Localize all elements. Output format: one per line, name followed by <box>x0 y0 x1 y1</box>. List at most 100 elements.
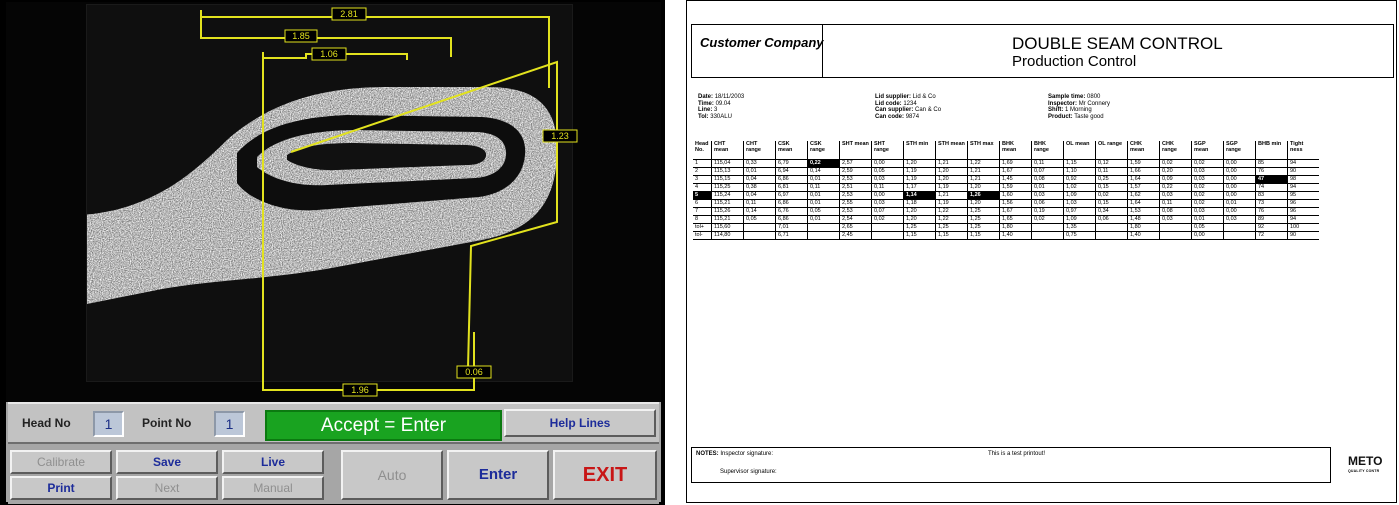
table-cell: 0,11 <box>1095 167 1128 176</box>
table-cell: 90 <box>1287 167 1319 176</box>
table-cell: 2 <box>693 167 712 176</box>
table-cell: 115,26 <box>711 207 744 216</box>
table-cell: 1,14 <box>903 191 936 200</box>
table-cell: 1,22 <box>935 207 968 216</box>
table-cell: 0,09 <box>1159 175 1192 184</box>
enter-button[interactable]: Enter <box>447 450 549 500</box>
table-cell: 1,19 <box>935 183 968 192</box>
table-cell: 89 <box>1255 215 1288 224</box>
table-cell: 0,06 <box>1095 215 1128 224</box>
table-cell: 0,03 <box>871 199 904 208</box>
camera-viewer: 2.81 1.85 1.06 1.23 0.06 1.96 <box>6 2 661 402</box>
column-header: CHT mean <box>711 141 744 160</box>
table-cell: 1,21 <box>935 159 968 168</box>
table-cell: 1,40 <box>1127 231 1160 240</box>
table-cell: 1,15 <box>967 231 1000 240</box>
notes-box: NOTES: Inspector signature: This is a te… <box>691 447 1331 483</box>
meta-col-1: Date: 18/11/2003 Time: 09.04 Line: 3 Tol… <box>698 94 744 120</box>
table-cell: 0,01 <box>807 191 840 200</box>
table-cell: 1,25 <box>903 223 936 232</box>
production-control-printout: Customer Company DOUBLE SEAM CONTROL Pro… <box>686 0 1397 503</box>
print-button[interactable]: Print <box>10 476 112 500</box>
table-cell: 1,25 <box>967 223 1000 232</box>
table-cell: 1,59 <box>999 183 1032 192</box>
auto-button[interactable]: Auto <box>341 450 443 500</box>
table-cell: 7 <box>693 207 712 216</box>
table-cell: 2,59 <box>839 167 872 176</box>
report-title: DOUBLE SEAM CONTROL <box>1012 34 1223 53</box>
table-cell: 0,05 <box>871 167 904 176</box>
table-cell: 0,97 <box>1063 207 1096 216</box>
table-cell: 0,03 <box>1191 207 1224 216</box>
table-cell: 72 <box>1255 231 1288 240</box>
save-button[interactable]: Save <box>116 450 218 474</box>
table-cell: 1,09 <box>1063 191 1096 200</box>
column-header: OL mean <box>1063 141 1096 160</box>
table-cell <box>1223 223 1256 232</box>
table-row: 7 115,26 0,14 6,76 0,05 2,53 0,07 1,20 1,22 1,25 1… <box>693 207 1319 216</box>
table-cell: 115,60 <box>711 223 744 232</box>
table-cell: 1,65 <box>999 215 1032 224</box>
table-cell: 4 <box>693 183 712 192</box>
table-cell: 1,67 <box>999 167 1032 176</box>
table-cell: 5 <box>693 191 712 200</box>
point-no-field[interactable]: 1 <box>214 411 245 437</box>
table-cell: 2,45 <box>839 231 872 240</box>
table-cell: 0,01 <box>807 199 840 208</box>
table-cell: 95 <box>1287 191 1319 200</box>
next-button[interactable]: Next <box>116 476 218 500</box>
meta-can-code: Can code: 9874 <box>875 113 920 120</box>
table-cell: 1,18 <box>903 199 936 208</box>
table-cell: 0,02 <box>1191 183 1224 192</box>
table-cell: 1,64 <box>1127 199 1160 208</box>
live-button[interactable]: Live <box>222 450 324 474</box>
table-cell: 1,53 <box>1127 207 1160 216</box>
calibrate-button[interactable]: Calibrate <box>10 450 112 474</box>
table-cell: 94 <box>1287 215 1319 224</box>
table-cell: 1,22 <box>967 159 1000 168</box>
table-cell: 1,80 <box>999 223 1032 232</box>
table-cell: 0,00 <box>1191 231 1224 240</box>
head-no-field[interactable]: 1 <box>93 411 124 437</box>
table-cell: 1,67 <box>999 207 1032 216</box>
table-cell: 0,02 <box>1095 191 1128 200</box>
table-cell: 0,11 <box>743 199 776 208</box>
table-row: tol+ 115,60 7,01 2,65 1,25 1,25 1,25 1,80 1,35 1,… <box>693 223 1319 232</box>
table-cell: 0,11 <box>871 183 904 192</box>
table-row: 8 115,21 0,05 6,86 0,01 2,54 0,02 1,20 1,22 1,25 1… <box>693 215 1319 224</box>
table-cell: 0,03 <box>1191 167 1224 176</box>
column-header: STH max <box>967 141 1000 160</box>
table-cell: 1,19 <box>935 199 968 208</box>
table-cell: 1,64 <box>1127 175 1160 184</box>
table-cell: 115,21 <box>711 215 744 224</box>
column-header: BHB min <box>1255 141 1288 160</box>
exit-button[interactable]: EXIT <box>553 450 657 500</box>
table-cell: 0,22 <box>1159 183 1192 192</box>
table-cell: 2,53 <box>839 175 872 184</box>
column-header: SGP range <box>1223 141 1256 160</box>
table-cell: 85 <box>1255 159 1288 168</box>
table-cell: 1,20 <box>967 199 1000 208</box>
table-cell: 94 <box>1287 159 1319 168</box>
column-header: Head No. <box>693 141 712 160</box>
info-bar: Head No 1 Point No 1 Accept = Enter Help… <box>8 402 659 444</box>
table-cell: 0,05 <box>743 215 776 224</box>
table-cell: 2,53 <box>839 207 872 216</box>
manual-button[interactable]: Manual <box>222 476 324 500</box>
table-cell: 1,20 <box>935 175 968 184</box>
column-header: BHK range <box>1031 141 1064 160</box>
table-row: 5 115,24 0,04 6,97 0,01 2,53 0,00 1,14 1,21 1,26 1… <box>693 191 1319 200</box>
table-cell: 6,76 <box>775 207 808 216</box>
table-cell <box>743 223 776 232</box>
table-cell: 2,53 <box>839 191 872 200</box>
meta-col-3: Sample time: 0800 Inspector: Mr Connery … <box>1048 94 1110 120</box>
table-cell: 2,55 <box>839 199 872 208</box>
table-cell: 1,21 <box>967 167 1000 176</box>
table-cell: 115,25 <box>711 183 744 192</box>
help-lines-button[interactable]: Help Lines <box>504 409 656 437</box>
table-cell: 1,25 <box>967 207 1000 216</box>
table-cell: 0,02 <box>871 215 904 224</box>
table-row: 1 115,04 0,33 6,79 0,22 2,57 0,00 1,20 1,21 1,22 1… <box>693 159 1319 168</box>
table-cell: 96 <box>1287 199 1319 208</box>
table-cell: 1,15 <box>1063 159 1096 168</box>
